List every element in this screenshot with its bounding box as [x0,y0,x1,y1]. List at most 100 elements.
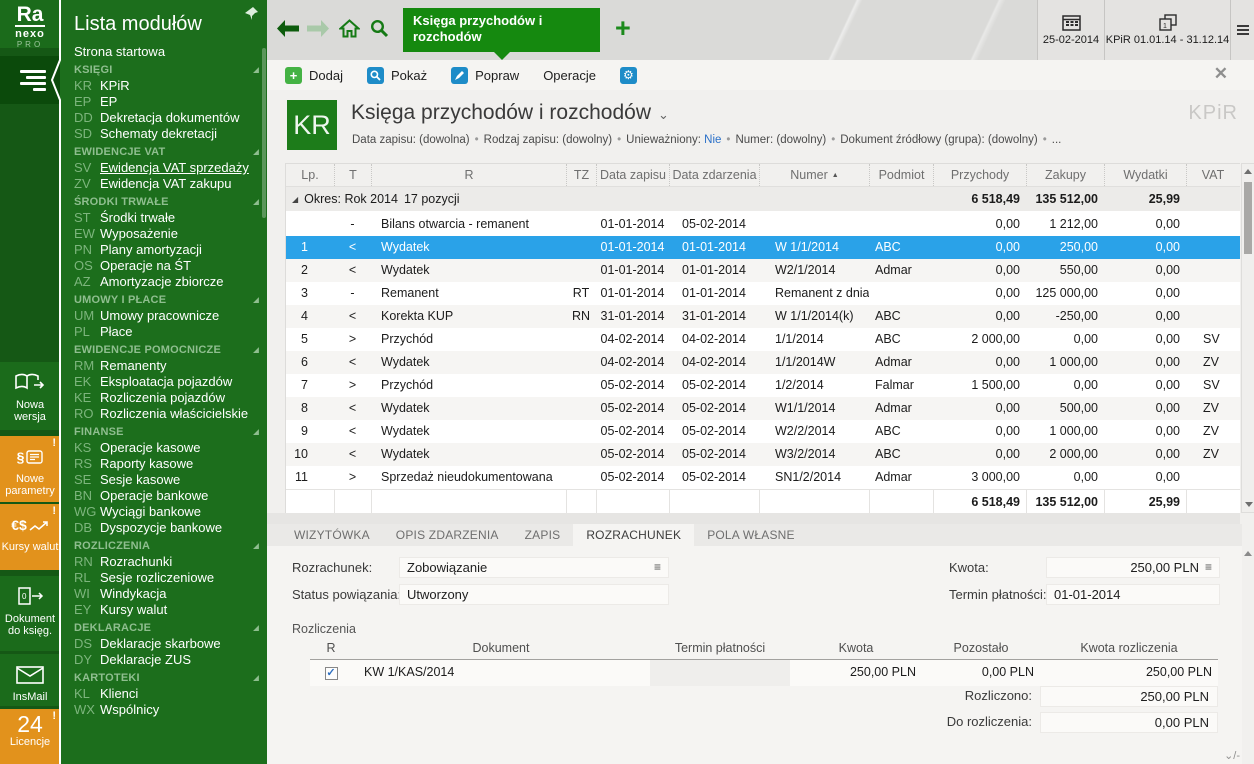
sidebar-item-ey[interactable]: EYKursy walut [74,602,267,618]
sidebar-item-dd[interactable]: DDDekretacja dokumentów [74,110,267,126]
table-row[interactable]: 11>Sprzedaż nieudokumentowana05-02-20140… [286,466,1240,489]
sidebar-item-st[interactable]: STŚrodki trwałe [74,210,267,226]
section-header[interactable]: KSIĘGI◢ [74,63,259,78]
column-header-7[interactable]: Numer▲ [759,164,869,186]
filter-item[interactable]: Unieważniony: Nie [626,134,721,146]
table-row[interactable]: 7>Przychód05-02-201405-02-20141/2/2014Fa… [286,374,1240,397]
scroll-up-icon[interactable] [1244,169,1252,174]
table-row[interactable]: 10<Wydatek05-02-201405-02-2014W3/2/2014A… [286,443,1240,466]
section-header[interactable]: KARTOTEKI◢ [74,671,259,686]
sidebar-item-strona-startowa[interactable]: Strona startowa [74,44,267,60]
new-tab-button[interactable]: + [615,14,631,42]
filter-item[interactable]: Dokument źródłowy (grupa): (dowolny) [840,134,1038,146]
scroll-up-icon[interactable] [1244,551,1252,556]
section-header[interactable]: ŚRODKI TRWAŁE◢ [74,195,259,210]
edit-button[interactable]: Popraw [451,67,519,84]
sidebar-item-dy[interactable]: DYDeklaracje ZUS [74,652,267,668]
rozrachunek-field[interactable]: Zobowiązanie ≡ [399,557,669,578]
table-row[interactable]: 9<Wydatek05-02-201405-02-2014W2/2/2014AB… [286,420,1240,443]
column-header-2[interactable]: T [334,164,371,186]
pin-icon[interactable] [244,6,259,26]
table-row[interactable]: 8<Wydatek05-02-201405-02-2014W1/1/2014Ad… [286,397,1240,420]
filter-item[interactable]: ... [1052,134,1062,146]
sidebar-item-zv[interactable]: ZVEwidencja VAT zakupu [74,176,267,192]
sidebar-item-kr[interactable]: KRKPiR [74,78,267,94]
module-menu-button[interactable] [0,56,60,104]
operations-button[interactable]: Operacje [543,68,596,83]
status-field[interactable]: Utworzony [399,584,669,605]
sidebar-item-kl[interactable]: KLKlienci [74,686,267,702]
sidebar-item-ks[interactable]: KSOperacje kasowe [74,440,267,456]
group-row[interactable]: ◢Okres: Rok 201417 pozycji6 518,49135 51… [286,187,1240,213]
roz-column-header[interactable]: R [310,638,352,659]
roz-column-header[interactable]: Pozostało [922,638,1040,659]
sidebar-item-um[interactable]: UMUmowy pracownicze [74,308,267,324]
home-icon[interactable] [339,19,360,43]
forward-icon[interactable] [307,20,329,42]
rail-item-nowa-wersja[interactable]: Nowa wersja [0,362,60,430]
sidebar-item-rl[interactable]: RLSesje rozliczeniowe [74,570,267,586]
section-header[interactable]: FINANSE◢ [74,425,259,440]
sidebar-item-ek[interactable]: EKEksploatacja pojazdów [74,374,267,390]
column-header-4[interactable]: TZ [566,164,596,186]
sidebar-item-ro[interactable]: RORozliczenia właścicielskie [74,406,267,422]
sidebar-item-rs[interactable]: RSRaporty kasowe [74,456,267,472]
period-button[interactable]: 1 KPiR 01.01.14 - 31.12.14 [1104,0,1230,60]
sidebar-item-ke[interactable]: KERozliczenia pojazdów [74,390,267,406]
roz-column-header[interactable]: Dokument [352,638,650,659]
close-view-button[interactable]: ✕ [1214,64,1228,84]
column-header-9[interactable]: Przychody [933,164,1026,186]
tab-rozrachunek[interactable]: ROZRACHUNEK [573,524,694,546]
table-scrollbar[interactable] [1241,163,1254,513]
field-menu-icon[interactable]: ≡ [654,558,661,577]
settings-button[interactable]: ⚙ [620,67,637,84]
tab-ksiega-przychodow[interactable]: Księga przychodów i rozchodów [403,8,600,52]
table-row[interactable]: 4<Korekta KUPRN31-01-201431-01-2014W 1/1… [286,305,1240,328]
rail-item-licencje[interactable]: ! 24 Licencje [0,709,60,764]
roz-column-header[interactable]: Termin płatności [650,638,790,659]
page-title[interactable]: Księga przychodów i rozchodów⌄ [351,101,669,125]
table-row[interactable]: -Bilans otwarcia - remanent01-01-201405-… [286,213,1240,236]
filter-item[interactable]: Numer: (dowolny) [735,134,826,146]
column-header-8[interactable]: Podmiot [869,164,933,186]
sidebar-item-pl[interactable]: PLPłace [74,324,267,340]
group-expand-icon[interactable]: ◢ [292,195,298,204]
section-header[interactable]: ROZLICZENIA◢ [74,539,259,554]
checkbox[interactable]: ✓ [325,667,338,680]
tab-pola-własne[interactable]: POLA WŁASNE [694,524,808,546]
tab-zapis[interactable]: ZAPIS [512,524,574,546]
column-header-10[interactable]: Zakupy [1026,164,1104,186]
sidebar-item-ew[interactable]: EWWyposażenie [74,226,267,242]
sidebar-item-az[interactable]: AZAmortyzacje zbiorcze [74,274,267,290]
rail-item-kursy-walut[interactable]: ! €$ Kursy walut [0,504,60,570]
section-header[interactable]: EWIDENCJE POMOCNICZE◢ [74,343,259,358]
sidebar-item-sv[interactable]: SVEwidencja VAT sprzedaży [74,160,267,176]
column-header-11[interactable]: Wydatki [1104,164,1186,186]
table-row[interactable]: 6<Wydatek04-02-201404-02-20141/1/2014WAd… [286,351,1240,374]
field-menu-icon[interactable]: ≡ [1205,558,1212,577]
rozliczenie-row[interactable]: ✓KW 1/KAS/2014250,00 PLN0,00 PLN250,00 P… [310,660,1218,686]
termin-field[interactable]: 01-01-2014 [1046,584,1220,605]
section-header[interactable]: EWIDENCJE VAT◢ [74,145,259,160]
section-header[interactable]: DEKLARACJE◢ [74,621,259,636]
table-row[interactable]: 3-RemanentRT01-01-201401-01-2014Remanent… [286,282,1240,305]
splitter[interactable] [267,513,1240,524]
section-header[interactable]: UMOWY I PŁACE◢ [74,293,259,308]
tab-wizytówka[interactable]: WIZYTÓWKA [281,524,383,546]
resize-glyph[interactable]: ⌄/- [1224,749,1240,762]
scroll-down-icon[interactable] [1245,502,1253,507]
work-date-button[interactable]: 25-02-2014 [1037,0,1104,60]
roz-column-header[interactable]: Kwota rozliczenia [1040,638,1218,659]
sidebar-item-bn[interactable]: BNOperacje bankowe [74,488,267,504]
column-header-12[interactable]: VAT [1186,164,1239,186]
column-header-3[interactable]: R [371,164,566,186]
sidebar-item-pn[interactable]: PNPlany amortyzacji [74,242,267,258]
sidebar-item-wg[interactable]: WGWyciągi bankowe [74,504,267,520]
column-header-5[interactable]: Data zapisu [596,164,669,186]
column-header-1[interactable]: Lp. [286,164,334,186]
filter-item[interactable]: Data zapisu: (dowolna) [352,134,470,146]
column-header-6[interactable]: Data zdarzenia [669,164,759,186]
sidebar-item-se[interactable]: SESesje kasowe [74,472,267,488]
nav-overflow-button[interactable] [1230,0,1254,60]
panel-scrollbar[interactable] [1242,546,1254,764]
